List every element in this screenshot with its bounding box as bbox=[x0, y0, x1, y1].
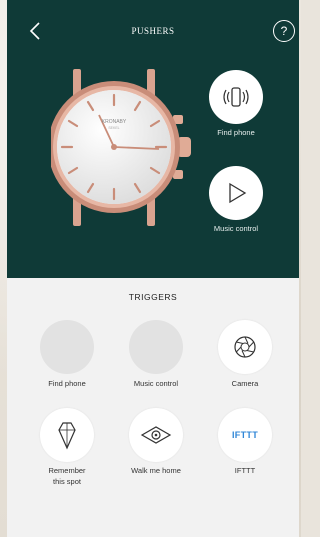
phone-vibrate-icon bbox=[223, 87, 249, 107]
trigger-ifttt[interactable]: IFTTT bbox=[218, 408, 272, 462]
trigger-remember-spot-label: Remember this spot bbox=[27, 465, 107, 487]
triggers-heading: TRIGGERS bbox=[128, 292, 178, 302]
music-control-pusher-label: Music control bbox=[213, 224, 259, 233]
camera-shutter-icon bbox=[234, 336, 256, 358]
watch-image: KRONABY SEKEL bbox=[51, 69, 191, 226]
trigger-find-phone[interactable] bbox=[40, 320, 94, 374]
watch-brand-sub: SEKEL bbox=[108, 126, 119, 130]
pushers-panel: PUSHERS ? KRONABY SEKEL Find phone Music… bbox=[7, 0, 299, 278]
triggers-panel: TRIGGERS Find phone Music control Camera bbox=[7, 278, 299, 537]
music-control-pusher-button[interactable] bbox=[209, 166, 263, 220]
trigger-walk-me-home[interactable] bbox=[129, 408, 183, 462]
watch-brand: KRONABY bbox=[102, 119, 127, 125]
trigger-find-phone-label: Find phone bbox=[48, 379, 86, 388]
find-phone-pusher-button[interactable] bbox=[209, 70, 263, 124]
help-icon[interactable]: ? bbox=[273, 20, 295, 42]
app-screen: PUSHERS ? KRONABY SEKEL Find phone Music… bbox=[7, 0, 299, 537]
trigger-ifttt-label: IFTTT bbox=[234, 466, 256, 475]
play-icon bbox=[229, 182, 247, 204]
find-phone-pusher-label: Find phone bbox=[217, 128, 255, 137]
pin-icon bbox=[58, 422, 76, 450]
trigger-camera-label: Camera bbox=[231, 379, 259, 388]
trigger-walk-me-home-label: Walk me home bbox=[131, 466, 181, 475]
trigger-camera[interactable] bbox=[218, 320, 272, 374]
trigger-remember-spot-line1: Remember bbox=[48, 466, 86, 475]
page-title: PUSHERS bbox=[131, 26, 175, 36]
trigger-music-control[interactable] bbox=[129, 320, 183, 374]
trigger-remember-spot[interactable] bbox=[40, 408, 94, 462]
trigger-music-control-label: Music control bbox=[133, 379, 179, 388]
eye-icon bbox=[140, 426, 172, 444]
ifttt-logo: IFTTT bbox=[232, 430, 258, 440]
trigger-remember-spot-line2: this spot bbox=[53, 477, 81, 486]
